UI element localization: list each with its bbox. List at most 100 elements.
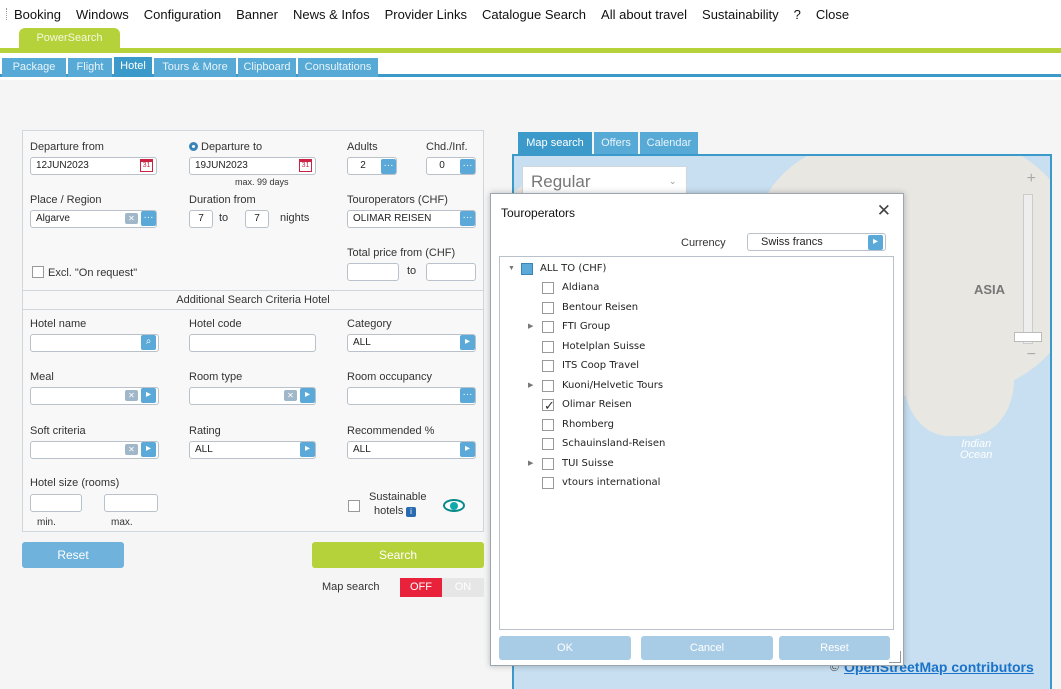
tree-item[interactable]: ITS Coop Travel xyxy=(500,356,890,375)
clear-icon[interactable]: ✕ xyxy=(284,390,297,401)
soft-criteria-select[interactable] xyxy=(30,441,159,459)
tree-item-checkbox[interactable] xyxy=(542,360,554,372)
menu-close[interactable]: Close xyxy=(816,7,849,22)
price-to-input[interactable] xyxy=(426,263,476,281)
search-button[interactable]: Search xyxy=(312,542,484,568)
tree-root[interactable]: ▼ ALL TO (CHF) xyxy=(500,259,890,278)
chevron-down-icon[interactable]: ▼ xyxy=(508,259,515,278)
sustainable-hotels-checkbox[interactable] xyxy=(348,500,360,512)
tree-item-checkbox[interactable] xyxy=(542,396,555,415)
cancel-button[interactable]: Cancel xyxy=(641,636,773,660)
zoom-in-button[interactable]: + xyxy=(1027,170,1036,188)
search-icon[interactable]: ⌕ xyxy=(141,335,156,350)
menu-booking[interactable]: Booking xyxy=(14,7,61,22)
clear-icon[interactable]: ✕ xyxy=(125,390,138,401)
excl-on-request-checkbox[interactable] xyxy=(32,266,44,278)
toggle-off[interactable]: OFF xyxy=(400,578,442,597)
tree-item[interactable]: ▶ TUI Suisse xyxy=(500,454,890,473)
menu-all-about-travel[interactable]: All about travel xyxy=(601,7,687,22)
tab-consultations[interactable]: Consultations xyxy=(298,58,378,77)
tab-calendar[interactable]: Calendar xyxy=(640,132,698,154)
zoom-out-button[interactable]: − xyxy=(1027,346,1036,364)
radio-icon[interactable] xyxy=(189,142,198,151)
chevron-right-icon[interactable]: ▸ xyxy=(300,442,315,457)
tab-tours-more[interactable]: Tours & More xyxy=(154,58,236,77)
tree-item[interactable]: ▶ Kuoni/Helvetic Tours xyxy=(500,376,890,395)
resize-handle[interactable] xyxy=(889,651,901,663)
departure-to-input[interactable]: 19JUN2023 xyxy=(189,157,316,175)
tree-item[interactable]: Olimar Reisen xyxy=(500,395,890,415)
tree-item[interactable]: Schauinsland-Reisen xyxy=(500,434,890,453)
chevron-right-icon[interactable]: ▸ xyxy=(868,235,883,250)
duration-to-input[interactable]: 7 xyxy=(245,210,269,228)
tree-item-checkbox[interactable] xyxy=(542,340,554,353)
zoom-slider[interactable] xyxy=(1023,194,1033,344)
tree-item[interactable]: Rhomberg xyxy=(500,415,890,434)
hotel-name-input[interactable] xyxy=(30,334,159,352)
zoom-slider-handle[interactable] xyxy=(1014,332,1042,342)
clear-icon[interactable]: ✕ xyxy=(125,213,138,224)
duration-from-input[interactable]: 7 xyxy=(189,210,213,228)
chevron-right-icon[interactable]: ▸ xyxy=(141,442,156,457)
currency-select[interactable]: Swiss francs xyxy=(747,233,886,251)
chevron-right-icon[interactable]: ▶ xyxy=(528,454,533,473)
ok-button[interactable]: OK xyxy=(499,636,631,660)
toggle-on[interactable]: ON xyxy=(442,578,484,597)
touroperators-more-button[interactable]: ··· xyxy=(460,211,475,226)
place-more-button[interactable]: ··· xyxy=(141,211,156,226)
chevron-right-icon[interactable]: ▶ xyxy=(528,376,533,395)
tree-item[interactable]: Bentour Reisen xyxy=(500,298,890,317)
tree-item-checkbox[interactable] xyxy=(542,282,554,294)
menu-banner[interactable]: Banner xyxy=(236,7,278,22)
tree-item[interactable]: Hotelplan Suisse xyxy=(500,337,890,356)
tree-item-checkbox[interactable] xyxy=(542,438,554,450)
menu-sustainability[interactable]: Sustainability xyxy=(702,7,779,22)
menu-provider-links[interactable]: Provider Links xyxy=(385,7,467,22)
departure-from-input[interactable]: 12JUN2023 xyxy=(30,157,157,175)
touroperators-input[interactable]: OLIMAR REISEN xyxy=(347,210,476,228)
close-icon[interactable]: ✕ xyxy=(877,201,891,221)
recommended-select[interactable]: ALL xyxy=(347,441,476,459)
calendar-icon[interactable]: 31 xyxy=(299,159,312,172)
tab-powersearch[interactable]: PowerSearch xyxy=(19,28,120,48)
tab-clipboard[interactable]: Clipboard xyxy=(238,58,296,77)
reset-button[interactable]: Reset xyxy=(22,542,124,568)
departure-to-label[interactable]: Departure to xyxy=(189,141,262,153)
chevron-right-icon[interactable]: ▸ xyxy=(141,388,156,403)
tab-map-search[interactable]: Map search xyxy=(518,132,592,154)
room-occupancy-input[interactable] xyxy=(347,387,476,405)
tab-flight[interactable]: Flight xyxy=(68,58,112,77)
tree-item[interactable]: ▶ FTI Group xyxy=(500,317,890,336)
tree-item-checkbox[interactable] xyxy=(542,477,554,489)
chd-more-button[interactable]: ··· xyxy=(460,159,475,174)
hotel-size-min-input[interactable] xyxy=(30,494,82,512)
tab-hotel[interactable]: Hotel xyxy=(114,57,152,77)
tab-offers[interactable]: Offers xyxy=(594,132,638,154)
chevron-right-icon[interactable]: ▸ xyxy=(460,442,475,457)
menu-catalogue-search[interactable]: Catalogue Search xyxy=(482,7,586,22)
adults-more-button[interactable]: ··· xyxy=(381,159,396,174)
tree-item-checkbox[interactable] xyxy=(542,457,554,470)
dialog-reset-button[interactable]: Reset xyxy=(779,636,890,660)
menu-windows[interactable]: Windows xyxy=(76,7,129,22)
rating-select[interactable]: ALL xyxy=(189,441,316,459)
map-search-toggle[interactable]: OFF ON xyxy=(400,578,484,597)
tree-item[interactable]: vtours international xyxy=(500,473,890,492)
tree-item-checkbox[interactable] xyxy=(542,301,554,314)
price-from-input[interactable] xyxy=(347,263,399,281)
menu-news[interactable]: News & Infos xyxy=(293,7,370,22)
menu-help[interactable]: ? xyxy=(794,7,801,22)
chevron-right-icon[interactable]: ▸ xyxy=(300,388,315,403)
tree-item-checkbox[interactable] xyxy=(542,321,554,333)
category-select[interactable]: ALL xyxy=(347,334,476,352)
hotel-code-input[interactable] xyxy=(189,334,316,352)
tab-package[interactable]: Package xyxy=(2,58,66,77)
clear-icon[interactable]: ✕ xyxy=(125,444,138,455)
chevron-right-icon[interactable]: ▶ xyxy=(528,317,533,336)
chevron-right-icon[interactable]: ▸ xyxy=(460,335,475,350)
chevron-down-icon[interactable]: ⌄ xyxy=(669,176,677,187)
tree-item-checkbox[interactable] xyxy=(542,379,554,392)
root-checkbox[interactable] xyxy=(521,263,533,275)
hotel-size-max-input[interactable] xyxy=(104,494,158,512)
calendar-icon[interactable]: 31 xyxy=(140,159,153,172)
